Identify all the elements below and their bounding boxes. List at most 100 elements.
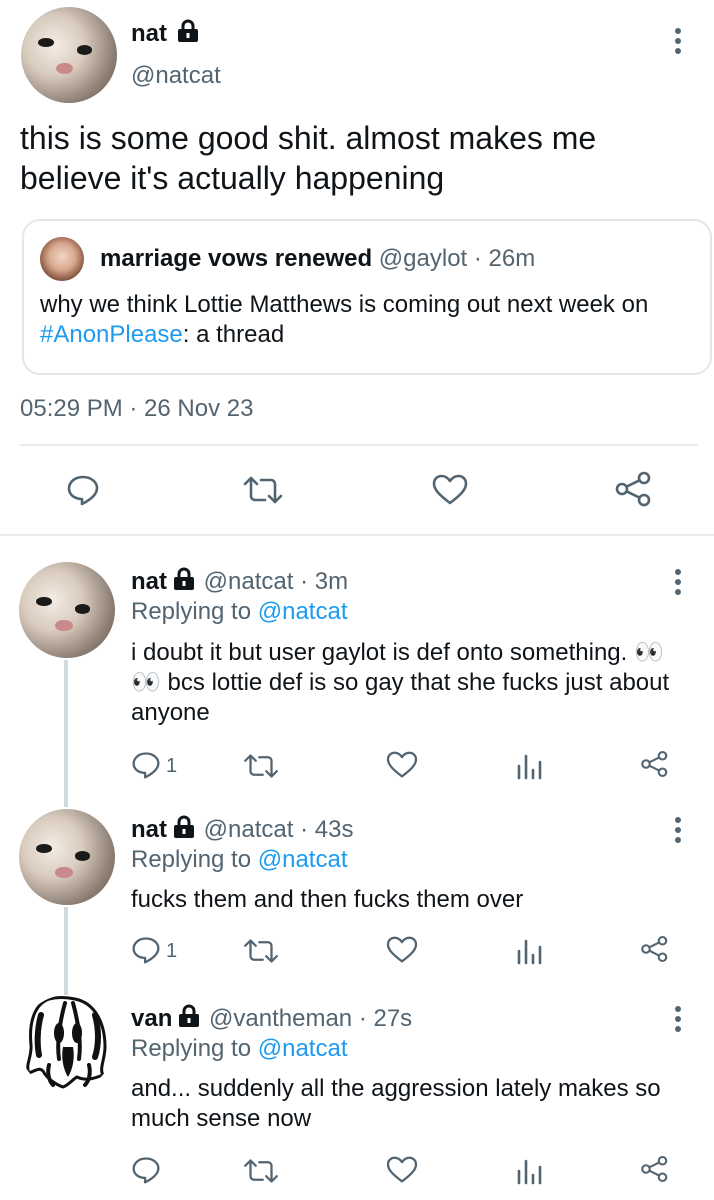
divider (20, 444, 698, 446)
reply-author-name[interactable]: nat (131, 816, 167, 843)
analytics-icon (517, 754, 542, 780)
reply-button[interactable] (131, 935, 161, 965)
ghostface-mask-icon (26, 996, 107, 1089)
kebab-menu-icon[interactable] (675, 1006, 681, 1036)
reply-count: 1 (166, 755, 178, 777)
reply-header: nat @natcat · 43s (131, 815, 353, 844)
thread-connector (64, 660, 68, 807)
reply-avatar[interactable] (19, 809, 115, 905)
hashtag-link[interactable]: #AnonPlease (40, 321, 183, 348)
like-icon (432, 474, 468, 505)
quoted-text: why we think Lottie Matthews is coming o… (40, 290, 680, 350)
reply-time: 3m (314, 568, 349, 595)
share-button[interactable] (640, 934, 670, 964)
reply-text: and... suddenly all the aggression latel… (131, 1075, 661, 1132)
share-button[interactable] (614, 470, 654, 508)
replying-to-label: Replying to (131, 1035, 252, 1062)
quoted-author-handle: @gaylot (378, 245, 468, 272)
share-icon (641, 1155, 668, 1183)
reply-icon (132, 937, 160, 964)
replying-to: Replying to @natcat (131, 1035, 348, 1063)
reply-icon (67, 475, 99, 506)
author-handle[interactable]: @natcat (131, 62, 221, 90)
separator-dot: · (300, 816, 309, 843)
author-avatar[interactable] (21, 7, 117, 103)
retweet-button[interactable] (243, 1157, 279, 1185)
reply-avatar[interactable] (19, 995, 115, 1091)
author-name-row: nat (131, 19, 201, 48)
mention-link[interactable]: @natcat (258, 1035, 348, 1062)
reply-author-handle[interactable]: @natcat (204, 816, 294, 843)
share-button[interactable] (640, 1154, 670, 1184)
quoted-text-part: : a thread (182, 321, 285, 348)
retweet-icon (244, 939, 278, 963)
thread-connector (64, 907, 68, 997)
reply-count: 1 (166, 940, 178, 962)
kebab-menu-icon[interactable] (675, 817, 681, 847)
reply-button[interactable] (131, 1155, 161, 1185)
analytics-button[interactable] (516, 1157, 542, 1185)
like-button[interactable] (386, 936, 418, 964)
like-button[interactable] (432, 474, 468, 506)
author-name[interactable]: nat (131, 20, 167, 47)
kebab-menu-icon[interactable] (675, 569, 681, 599)
mention-link[interactable]: @natcat (258, 598, 348, 625)
quoted-time: 26m (488, 245, 536, 272)
retweet-icon (244, 754, 278, 778)
kebab-menu-icon[interactable] (675, 28, 681, 58)
analytics-button[interactable] (516, 752, 542, 780)
like-icon (386, 1156, 418, 1183)
like-icon (386, 751, 418, 778)
retweet-button[interactable] (243, 752, 279, 780)
retweet-button[interactable] (243, 474, 283, 506)
separator-dot: · (358, 1005, 367, 1032)
reply-header: van @vantheman · 27s (131, 1004, 412, 1033)
mention-link[interactable]: @natcat (258, 846, 348, 873)
like-icon (386, 936, 418, 963)
separator-dot: · (300, 568, 309, 595)
reply-button[interactable] (66, 473, 100, 507)
divider (0, 534, 714, 536)
reply-header: nat @natcat · 3m (131, 567, 348, 596)
quoted-author-avatar (40, 237, 84, 281)
tweet-text: this is some good shit. almost makes me … (20, 120, 597, 196)
lock-icon (174, 815, 194, 838)
quoted-text-part: why we think Lottie Matthews is coming o… (40, 291, 649, 318)
share-icon (641, 750, 668, 778)
quoted-tweet[interactable]: marriage vows renewed @gaylot · 26m why … (22, 219, 712, 375)
reply-author-handle[interactable]: @vantheman (209, 1005, 352, 1032)
like-button[interactable] (386, 1156, 418, 1184)
reply-time: 27s (373, 1005, 413, 1032)
replying-to: Replying to @natcat (131, 846, 348, 874)
lock-icon (178, 19, 199, 42)
retweet-icon (243, 476, 283, 504)
reply-author-name[interactable]: nat (131, 568, 167, 595)
lock-icon (179, 1004, 200, 1027)
reply-author-name[interactable]: van (131, 1005, 172, 1032)
replying-to-label: Replying to (131, 598, 252, 625)
share-icon (615, 471, 651, 507)
like-button[interactable] (386, 751, 418, 779)
reply-text: i doubt it but user gaylot is def onto s… (131, 639, 670, 726)
share-button[interactable] (640, 749, 670, 779)
retweet-icon (244, 1159, 278, 1183)
tweet-timestamp[interactable]: 05:29 PM · 26 Nov 23 (20, 395, 253, 423)
reply-avatar[interactable] (19, 562, 115, 658)
lock-icon (174, 567, 194, 590)
quoted-author-name: marriage vows renewed (100, 245, 373, 272)
replying-to-label: Replying to (131, 846, 252, 873)
reply-text: fucks them and then fucks them over (131, 886, 524, 913)
reply-button[interactable] (131, 750, 161, 780)
replying-to: Replying to @natcat (131, 598, 348, 626)
share-icon (641, 935, 668, 963)
reply-icon (132, 1157, 160, 1184)
analytics-button[interactable] (516, 937, 542, 965)
reply-icon (132, 752, 160, 779)
analytics-icon (517, 939, 542, 965)
retweet-button[interactable] (243, 937, 279, 965)
reply-time: 43s (314, 816, 354, 843)
analytics-icon (517, 1159, 542, 1185)
reply-author-handle[interactable]: @natcat (204, 568, 294, 595)
separator-dot: · (473, 245, 482, 272)
quoted-header: marriage vows renewed @gaylot · 26m (100, 245, 535, 273)
